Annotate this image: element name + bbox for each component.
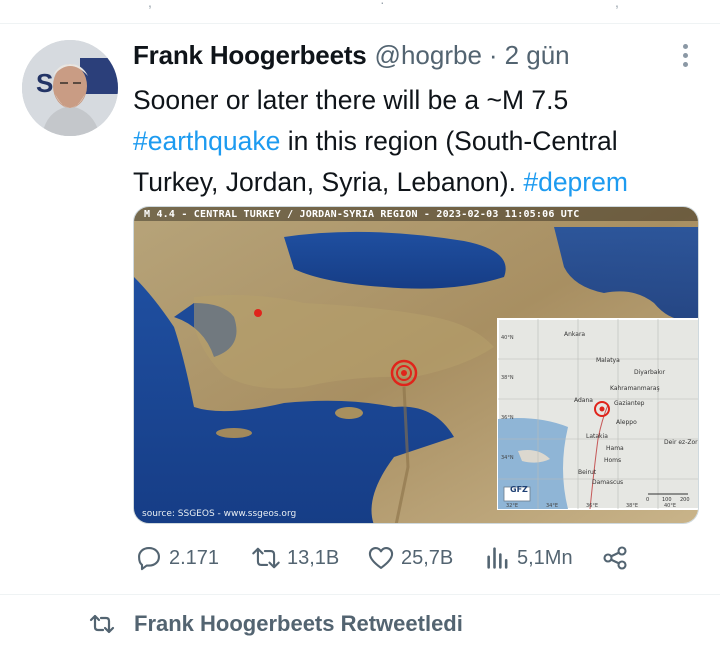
retweet-icon xyxy=(89,614,115,634)
retweet-button[interactable]: 13,1B xyxy=(251,540,339,576)
hashtag-earthquake[interactable]: #earthquake xyxy=(133,126,280,156)
like-button[interactable]: 25,7B xyxy=(367,540,453,576)
views-icon xyxy=(487,547,508,569)
svg-text:S: S xyxy=(36,68,53,98)
inset-lon-32: 32°E xyxy=(506,503,519,509)
tweet-divider xyxy=(0,594,720,595)
more-icon[interactable] xyxy=(678,44,692,70)
avatar[interactable]: S xyxy=(22,40,118,136)
reply-count: 2.171 xyxy=(169,546,220,569)
like-count: 25,7B xyxy=(401,546,454,569)
top-divider xyxy=(0,23,720,24)
share-button[interactable] xyxy=(601,540,635,576)
views-count: 5,1Mn xyxy=(517,546,573,569)
inset-lat-36: 36°N xyxy=(501,415,514,421)
inset-lon-38: 38°E xyxy=(626,503,639,509)
inset-label-homs: Homs xyxy=(604,457,622,464)
heart-icon xyxy=(368,547,394,569)
tweet-text-part1: Sooner or later there will be a ~M 7.5 xyxy=(133,85,569,115)
hashtag-deprem[interactable]: #deprem xyxy=(523,167,628,197)
inset-label-hama: Hama xyxy=(606,445,624,452)
inset-lat-38: 38°N xyxy=(501,375,514,381)
inset-label-damascus: Damascus xyxy=(592,479,624,486)
views-button[interactable]: 5,1Mn xyxy=(485,540,573,576)
inset-scale-200: 200 xyxy=(680,497,690,503)
reply-icon xyxy=(138,547,160,571)
retweeted-by[interactable]: Frank Hoogerbeets Retweetledi xyxy=(88,611,463,637)
retweet-count: 13,1B xyxy=(287,546,340,569)
inset-lon-40: 40°E xyxy=(664,503,677,509)
author-handle[interactable]: @hogrbe xyxy=(375,40,482,71)
inset-label-gaziantep: Gaziantep xyxy=(614,400,645,407)
reply-button[interactable]: 2.171 xyxy=(135,540,219,576)
inset-label-beirut: Beirut xyxy=(578,469,597,476)
inset-badge: GFZ xyxy=(510,485,528,494)
inset-label-malatya: Malatya xyxy=(596,357,620,364)
tweet-media-map[interactable]: M 4.4 - CENTRAL TURKEY / JORDAN-SYRIA RE… xyxy=(133,206,699,524)
inset-lat-34: 34°N xyxy=(501,455,514,461)
previous-tweet-edge: , · , xyxy=(148,0,619,10)
tweet-text: Sooner or later there will be a ~M 7.5 #… xyxy=(133,80,708,203)
inset-scale-100: 100 xyxy=(662,497,672,503)
inset-lon-36: 36°E xyxy=(586,503,599,509)
map-source: source: SSGEOS - www.ssgeos.org xyxy=(142,509,297,519)
author-name[interactable]: Frank Hoogerbeets xyxy=(133,40,367,71)
inset-label-adana: Adana xyxy=(574,397,593,404)
tweet-time[interactable]: 2 gün xyxy=(505,40,570,71)
inset-scale-0: 0 xyxy=(646,497,650,503)
retweeted-by-label: Frank Hoogerbeets Retweetledi xyxy=(134,611,463,636)
inset-label-kahramanmaras: Kahramanmaraş xyxy=(610,385,660,392)
share-icon xyxy=(603,546,627,570)
tweet-actions: 2.171 13,1B 25,7B 5,1Mn xyxy=(135,540,695,576)
inset-label-diyarbakir: Diyarbakır xyxy=(634,369,666,376)
dot-separator: · xyxy=(488,40,498,70)
inset-label-latakia: Latakia xyxy=(586,433,608,440)
inset-label-ankara: Ankara xyxy=(564,331,586,338)
inset-label-aleppo: Aleppo xyxy=(616,419,637,426)
map-title: M 4.4 - CENTRAL TURKEY / JORDAN-SYRIA RE… xyxy=(144,209,580,220)
inset-lon-34: 34°E xyxy=(546,503,559,509)
inset-label-deir-ez-zor: Deir ez-Zor xyxy=(664,439,698,446)
inset-lat-40: 40°N xyxy=(501,335,514,341)
tweet-header: Frank Hoogerbeets @hogrbe · 2 gün xyxy=(133,40,570,74)
retweet-icon xyxy=(252,547,280,569)
